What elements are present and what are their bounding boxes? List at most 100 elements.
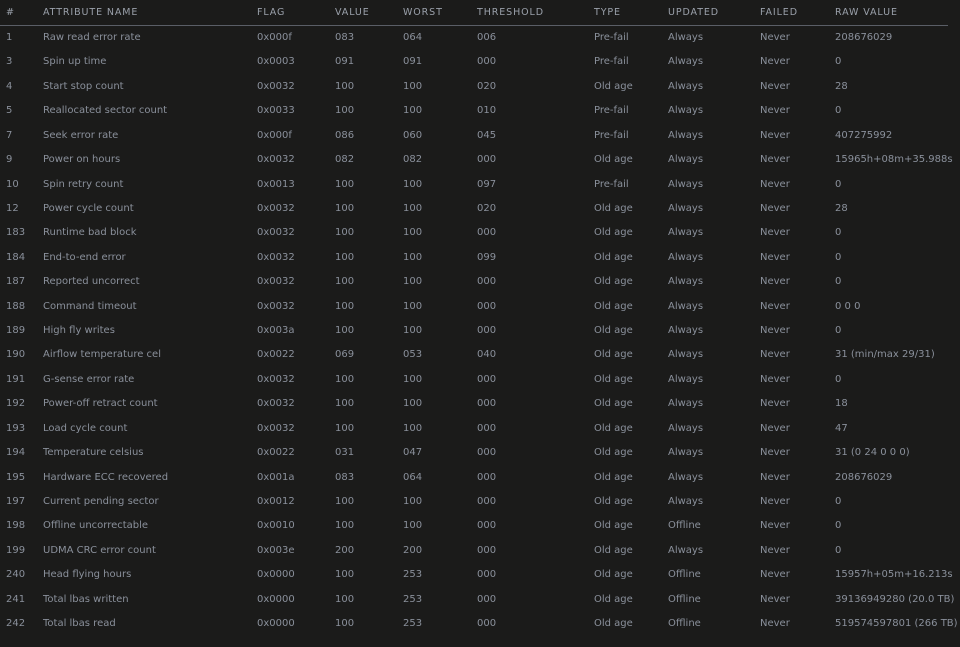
- cell-type: Old age: [594, 373, 633, 385]
- table-row: 198 Offline uncorrectable 0x0010 100 100 000 O…: [0, 514, 960, 538]
- cell-worst: 100: [403, 325, 423, 337]
- cell-id: 188: [6, 300, 26, 312]
- table-row: 240 Head flying hours 0x0000 100 253 000 Old a…: [0, 563, 960, 587]
- cell-updated: Always: [668, 447, 704, 459]
- table-row: 241 Total lbas written 0x0000 100 253 000 Old …: [0, 588, 960, 612]
- table-row: 12 Power cycle count 0x0032 100 100 020 Old ag…: [0, 197, 960, 221]
- cell-failed: Never: [760, 105, 790, 117]
- header-value: VALUE: [335, 7, 370, 18]
- cell-raw-value: 47: [835, 422, 848, 434]
- cell-threshold: 000: [477, 593, 497, 605]
- cell-updated: Always: [668, 227, 704, 239]
- cell-type: Pre-fail: [594, 56, 629, 68]
- cell-raw-value: 31 (0 24 0 0 0): [835, 447, 910, 459]
- header-raw-value: RAW VALUE: [835, 7, 898, 18]
- cell-value: 100: [335, 593, 355, 605]
- cell-threshold: 045: [477, 129, 497, 141]
- cell-raw-value: 0: [835, 276, 842, 288]
- cell-type: Pre-fail: [594, 105, 629, 117]
- cell-failed: Never: [760, 618, 790, 630]
- cell-threshold: 040: [477, 349, 497, 361]
- cell-worst: 100: [403, 373, 423, 385]
- cell-failed: Never: [760, 422, 790, 434]
- cell-attribute-name: Power cycle count: [43, 202, 134, 214]
- header-type: TYPE: [594, 7, 621, 18]
- cell-id: 191: [6, 373, 26, 385]
- cell-raw-value: 0: [835, 495, 842, 507]
- cell-threshold: 020: [477, 202, 497, 214]
- cell-attribute-name: Command timeout: [43, 300, 137, 312]
- cell-updated: Always: [668, 32, 704, 43]
- cell-id: 192: [6, 398, 26, 410]
- cell-failed: Never: [760, 569, 790, 581]
- cell-failed: Never: [760, 300, 790, 312]
- cell-worst: 100: [403, 520, 423, 532]
- cell-type: Old age: [594, 154, 633, 166]
- cell-flag: 0x0032: [257, 202, 295, 214]
- cell-updated: Offline: [668, 569, 701, 581]
- cell-attribute-name: G-sense error rate: [43, 373, 135, 385]
- cell-threshold: 000: [477, 56, 497, 68]
- cell-raw-value: 407275992: [835, 129, 893, 141]
- cell-failed: Never: [760, 544, 790, 556]
- cell-attribute-name: Offline uncorrectable: [43, 520, 149, 532]
- cell-raw-value: 15965h+08m+35.988s: [835, 154, 953, 166]
- cell-failed: Never: [760, 178, 790, 190]
- cell-flag: 0x0032: [257, 276, 295, 288]
- cell-value: 069: [335, 349, 355, 361]
- header-failed: FAILED: [760, 7, 798, 18]
- cell-type: Old age: [594, 300, 633, 312]
- cell-raw-value: 0: [835, 227, 842, 239]
- cell-threshold: 000: [477, 544, 497, 556]
- header-updated: UPDATED: [668, 7, 720, 18]
- table-row: 10 Spin retry count 0x0013 100 100 097 Pre-fai…: [0, 173, 960, 197]
- cell-flag: 0x0032: [257, 373, 295, 385]
- cell-worst: 100: [403, 398, 423, 410]
- cell-failed: Never: [760, 349, 790, 361]
- cell-value: 031: [335, 447, 355, 459]
- cell-type: Old age: [594, 495, 633, 507]
- cell-type: Old age: [594, 618, 633, 630]
- cell-attribute-name: Temperature celsius: [43, 447, 144, 459]
- table-row: 197 Current pending sector 0x0012 100 100 000…: [0, 490, 960, 514]
- cell-raw-value: 0: [835, 325, 842, 337]
- table-row: 195 Hardware ECC recovered 0x001a 083 064 000…: [0, 466, 960, 490]
- cell-attribute-name: High fly writes: [43, 325, 115, 337]
- cell-failed: Never: [760, 373, 790, 385]
- cell-worst: 100: [403, 300, 423, 312]
- cell-worst: 060: [403, 129, 423, 141]
- cell-failed: Never: [760, 32, 790, 43]
- cell-value: 082: [335, 154, 355, 166]
- cell-flag: 0x000f: [257, 129, 292, 141]
- cell-attribute-name: Spin retry count: [43, 178, 124, 190]
- cell-raw-value: 28: [835, 80, 848, 92]
- cell-id: 183: [6, 227, 26, 239]
- cell-flag: 0x0032: [257, 227, 295, 239]
- cell-worst: 064: [403, 471, 423, 483]
- cell-updated: Always: [668, 56, 704, 68]
- cell-type: Old age: [594, 80, 633, 92]
- cell-worst: 253: [403, 593, 423, 605]
- cell-raw-value: 0: [835, 105, 842, 117]
- cell-type: Old age: [594, 471, 633, 483]
- cell-type: Old age: [594, 227, 633, 239]
- table-row: 5 Reallocated sector count 0x0033 100 100 010…: [0, 99, 960, 123]
- cell-failed: Never: [760, 447, 790, 459]
- cell-worst: 100: [403, 227, 423, 239]
- cell-failed: Never: [760, 154, 790, 166]
- cell-worst: 100: [403, 251, 423, 263]
- cell-flag: 0x0032: [257, 422, 295, 434]
- cell-raw-value: 28: [835, 202, 848, 214]
- table-row: 242 Total lbas read 0x0000 100 253 000 Old age…: [0, 612, 960, 636]
- cell-threshold: 000: [477, 495, 497, 507]
- cell-failed: Never: [760, 593, 790, 605]
- table-row: 192 Power-off retract count 0x0032 100 100 00…: [0, 392, 960, 416]
- cell-id: 5: [6, 105, 13, 117]
- cell-type: Old age: [594, 593, 633, 605]
- cell-threshold: 006: [477, 32, 497, 43]
- cell-threshold: 099: [477, 251, 497, 263]
- cell-type: Old age: [594, 544, 633, 556]
- cell-failed: Never: [760, 495, 790, 507]
- cell-value: 100: [335, 422, 355, 434]
- cell-flag: 0x001a: [257, 471, 295, 483]
